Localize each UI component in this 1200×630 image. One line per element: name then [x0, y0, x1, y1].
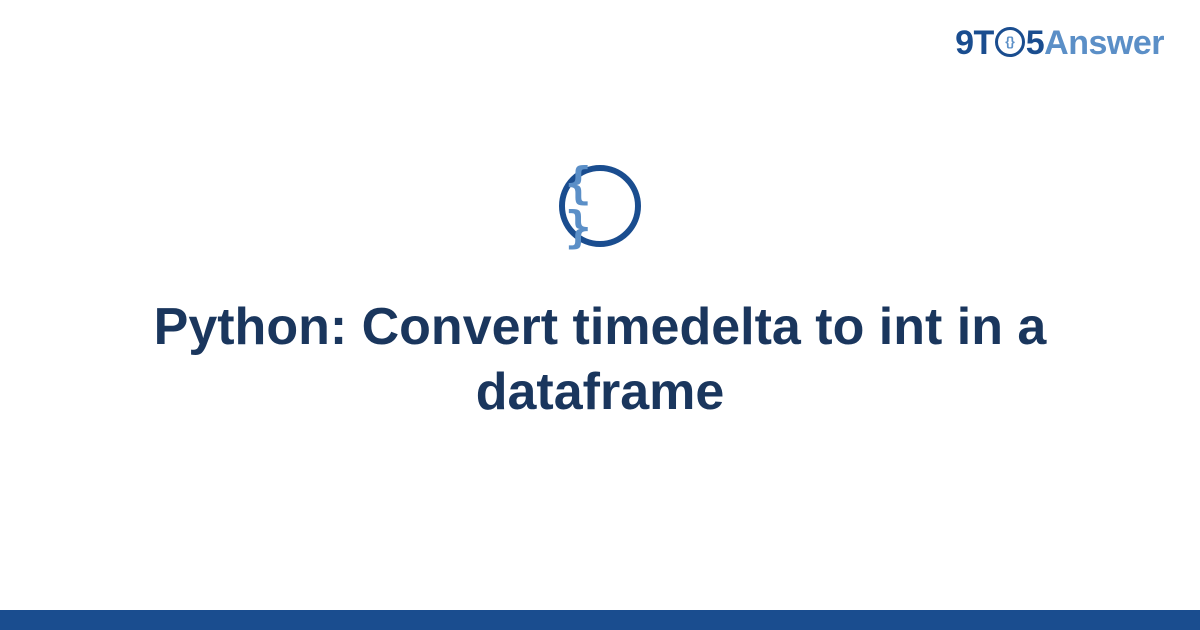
braces-glyph: { } [565, 162, 635, 250]
footer-bar [0, 610, 1200, 630]
logo-text-5: 5 [1026, 24, 1044, 63]
main-content: { } Python: Convert timedelta to int in … [0, 0, 1200, 630]
page-title: Python: Convert timedelta to int in a da… [100, 295, 1100, 425]
logo-circle-icon: {} [995, 27, 1025, 57]
code-braces-icon: { } [559, 165, 641, 247]
logo-circle-braces: {} [1005, 35, 1014, 48]
site-logo: 9T {} 5 Answer [955, 24, 1164, 63]
logo-text-9t: 9T [955, 24, 994, 63]
logo-text-answer: Answer [1044, 24, 1164, 63]
